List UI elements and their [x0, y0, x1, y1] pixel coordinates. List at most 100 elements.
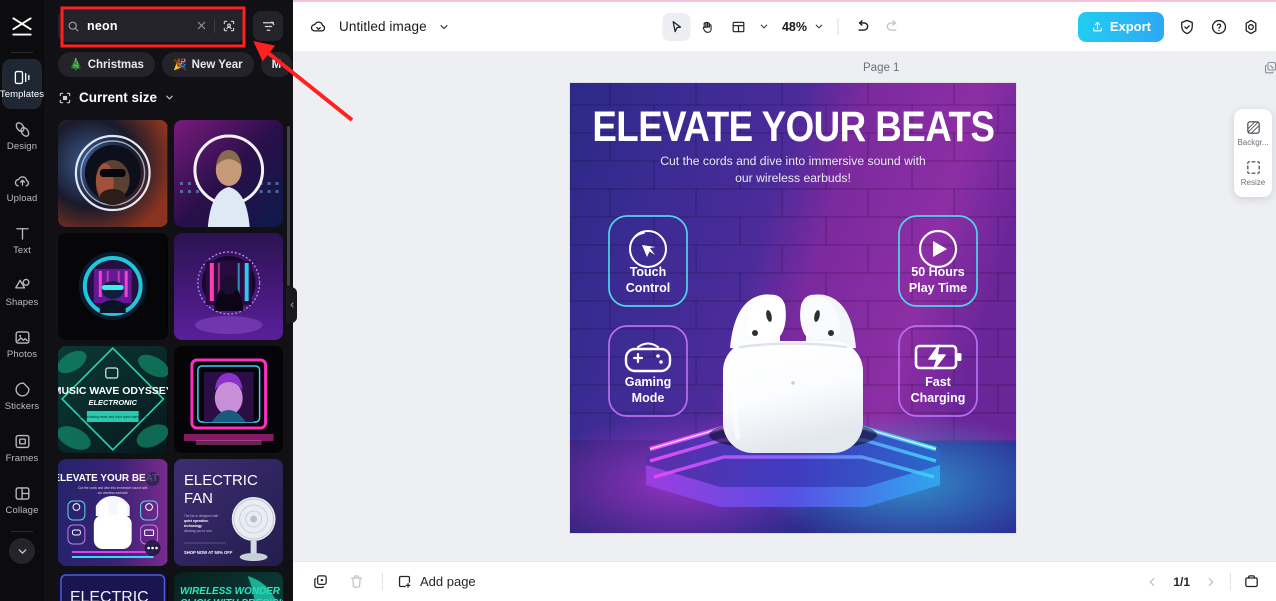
sidebar-item-templates[interactable]: Templates: [0, 59, 45, 109]
sidebar-item-label: Photos: [6, 349, 38, 361]
templates-panel: neon 🎄 Christmas 🎉 New Year M Current si…: [44, 0, 293, 601]
chevron-down-icon: [164, 92, 175, 103]
svg-text:Gaming: Gaming: [625, 375, 672, 389]
photos-icon: [13, 328, 32, 347]
sidebar-item-text[interactable]: Text: [2, 215, 42, 265]
svg-text:ELECTRIC: ELECTRIC: [183, 472, 257, 489]
text-icon: [13, 224, 32, 243]
export-button[interactable]: Export: [1077, 11, 1164, 42]
svg-text:ELEVATE YOUR BEAT: ELEVATE YOUR BEAT: [58, 473, 158, 484]
resize-label: Resize: [1240, 178, 1266, 187]
hand-tool-button[interactable]: [693, 13, 721, 41]
search-divider: [214, 19, 215, 33]
toolbar-right-group: Export: [1077, 11, 1264, 42]
sidebar-item-collage[interactable]: Collage: [2, 475, 42, 525]
chevron-down-icon[interactable]: [438, 21, 450, 33]
sidebar-item-label: Text: [13, 245, 31, 257]
upload-icon: [13, 172, 32, 191]
sidebar-item-frames[interactable]: Frames: [2, 423, 42, 473]
template-thumb-music-wave-odyssey[interactable]: MUSIC WAVE ODYSSEY ELECTRONIC Let the pu…: [58, 346, 168, 453]
sidebar-item-shapes[interactable]: Shapes: [2, 267, 42, 317]
panel-collapse-handle[interactable]: [286, 287, 297, 323]
notes-icon[interactable]: [1238, 569, 1264, 595]
sidebar-item-label: Design: [6, 141, 38, 153]
svg-text:allowing you to cool: allowing you to cool: [183, 529, 211, 533]
duplicate-page-icon[interactable]: [1263, 60, 1276, 75]
template-thumb-neon-portrait-sunglasses[interactable]: [58, 120, 168, 227]
search-input[interactable]: neon: [58, 10, 245, 42]
zoom-level-value[interactable]: 48%: [775, 20, 807, 34]
right-tool-panel: Backgr... Resize: [1234, 109, 1272, 197]
rail-expand-more-button[interactable]: [9, 538, 35, 564]
add-page-button[interactable]: Add page: [396, 573, 476, 590]
visual-search-icon[interactable]: [222, 19, 236, 33]
cloud-save-icon[interactable]: [309, 17, 328, 36]
sidebar-item-label: Upload: [6, 193, 38, 205]
svg-text:Cut the cords and dive into im: Cut the cords and dive into immersive so…: [78, 486, 148, 490]
sidebar-item-upload[interactable]: Upload: [2, 163, 42, 213]
settings-gear-icon[interactable]: [1238, 14, 1264, 40]
current-size-selector[interactable]: Current size: [44, 77, 293, 114]
search-icon: [67, 20, 80, 33]
resize-button[interactable]: Resize: [1236, 155, 1270, 191]
layout-chevron-down-icon[interactable]: [755, 21, 772, 32]
zoom-chevron-down-icon[interactable]: [810, 21, 827, 32]
layout-tool-button[interactable]: [724, 13, 752, 41]
chip-label: M: [271, 58, 282, 71]
svg-text:technology: technology: [183, 524, 201, 528]
close-icon[interactable]: [196, 19, 207, 33]
undo-button[interactable]: [848, 13, 876, 41]
template-thumb-electric-fan[interactable]: ELECTRIC FAN The fan is designed with qu…: [173, 459, 283, 566]
next-page-button[interactable]: [1199, 570, 1223, 594]
bottom-divider-2: [1230, 573, 1231, 590]
page-counter: 1/1: [1173, 574, 1190, 589]
template-thumb-elevate-your-beats[interactable]: ELEVATE YOUR BEAT Cut the cords and dive…: [58, 459, 168, 566]
design-icon: [13, 120, 32, 139]
shield-check-icon[interactable]: [1174, 14, 1200, 40]
sidebar-item-label: Frames: [5, 453, 39, 465]
svg-text:Control: Control: [626, 281, 670, 295]
artboard[interactable]: ELEVATE YOUR BEATS Cut the cords and div…: [570, 83, 1016, 533]
chip-label: Christmas: [87, 58, 144, 71]
svg-text:FAN: FAN: [183, 490, 212, 507]
template-thumb-neon-cyber-visor[interactable]: [58, 233, 168, 340]
prev-page-button[interactable]: [1140, 570, 1164, 594]
chip-more[interactable]: M: [260, 52, 293, 77]
svg-text:Fast: Fast: [925, 375, 952, 389]
sidebar-item-photos[interactable]: Photos: [2, 319, 42, 369]
templates-icon: [13, 68, 32, 87]
template-thumb-neon-portrait-hoodie[interactable]: [173, 120, 283, 227]
svg-text:Play Time: Play Time: [909, 281, 967, 295]
chip-new-year[interactable]: 🎉 New Year: [161, 52, 254, 77]
chip-christmas[interactable]: 🎄 Christmas: [58, 52, 155, 77]
duplicate-icon[interactable]: [307, 569, 333, 595]
capcut-logo-icon[interactable]: [7, 12, 37, 42]
toolbar-divider: [837, 18, 839, 35]
sidebar-item-stickers[interactable]: Stickers: [2, 371, 42, 421]
left-icon-rail: Templates Design Upload Text Shapes Phot…: [0, 0, 44, 601]
trash-icon[interactable]: [343, 569, 369, 595]
svg-text:ELECTRONIC: ELECTRONIC: [89, 398, 138, 407]
select-tool-button[interactable]: [661, 12, 690, 41]
sidebar-item-label: Templates: [0, 89, 45, 101]
template-thumb-electric-fan-blue[interactable]: ELECTRIC FAN: [58, 572, 168, 601]
template-thumb-neon-hooded-figure[interactable]: [173, 233, 283, 340]
redo-button[interactable]: [879, 13, 907, 41]
sidebar-item-design[interactable]: Design: [2, 111, 42, 161]
rail-items-list: Templates Design Upload Text Shapes Phot…: [0, 59, 44, 527]
filter-button[interactable]: [253, 11, 283, 41]
template-grid: MUSIC WAVE ODYSSEY ELECTRONIC Let the pu…: [44, 120, 293, 601]
template-thumb-neon-frame-portrait[interactable]: [173, 346, 283, 453]
page-label: Page 1: [863, 61, 900, 74]
document-title[interactable]: Untitled image: [339, 19, 427, 34]
panel-scrollbar[interactable]: [287, 126, 290, 286]
upload-arrow-icon: [1091, 20, 1104, 33]
svg-text:50 Hours: 50 Hours: [911, 265, 965, 279]
help-circle-icon[interactable]: [1206, 14, 1232, 40]
template-thumb-wireless-wonder-mouse[interactable]: WIRELESS WONDER CLICK WITH PRECISION Cut…: [173, 572, 283, 601]
shapes-icon: [13, 276, 32, 295]
filter-chips: 🎄 Christmas 🎉 New Year M: [44, 42, 293, 77]
background-button[interactable]: Backgr...: [1236, 115, 1270, 151]
svg-text:our wireless earbuds!: our wireless earbuds!: [98, 491, 128, 495]
party-popper-icon: 🎉: [172, 59, 187, 71]
